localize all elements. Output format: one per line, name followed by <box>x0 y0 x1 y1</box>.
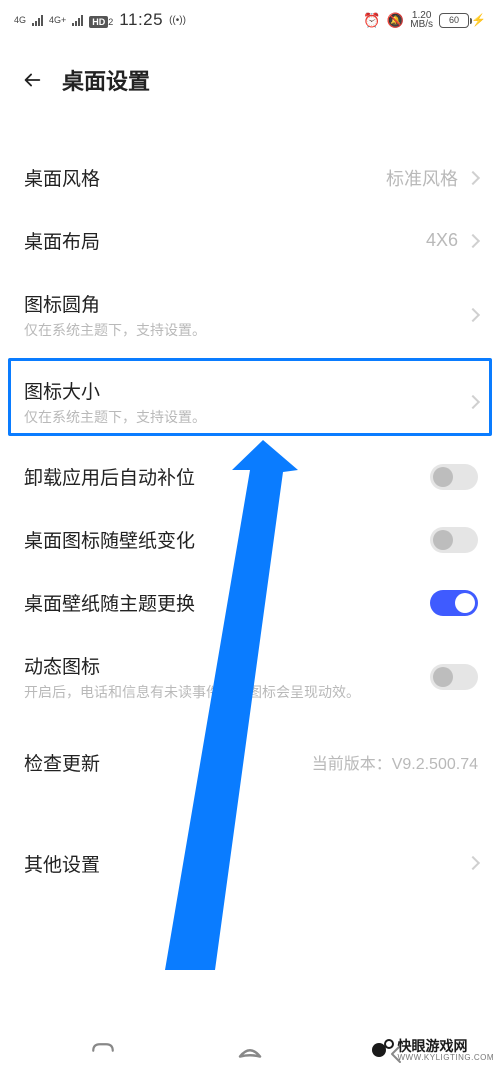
toggle-wallpaper-theme[interactable] <box>430 590 478 616</box>
row-sub: 仅在系统主题下，支持设置。 <box>24 321 468 341</box>
signal-2-icon <box>72 14 83 26</box>
header: 桌面设置 <box>0 40 500 108</box>
row-label: 图标圆角 <box>24 290 468 317</box>
net-speed: 1.20MB/s <box>410 11 433 29</box>
row-label: 桌面图标随壁纸变化 <box>24 526 430 553</box>
network-1-label: 4G <box>14 15 26 25</box>
toggle-autofill[interactable] <box>430 464 478 490</box>
toggle-dynamic-icon[interactable] <box>430 664 478 690</box>
row-label: 其他设置 <box>24 850 468 877</box>
broadcast-icon: ((•)) <box>169 15 186 26</box>
network-2-label: 4G+ <box>49 15 66 25</box>
charging-icon: ⚡ <box>471 13 486 27</box>
back-button[interactable] <box>20 68 44 92</box>
row-icon-wallpaper[interactable]: 桌面图标随壁纸变化 <box>0 508 500 571</box>
watermark-icon <box>372 1039 394 1061</box>
row-sub: 开启后，电话和信息有未读事件时，图标会呈现动效。 <box>24 683 430 703</box>
watermark-url: WWW.KYLIGTING.COM <box>398 1054 495 1062</box>
chevron-right-icon <box>466 395 480 409</box>
nav-home-button[interactable] <box>220 1039 280 1069</box>
chevron-right-icon <box>466 170 480 184</box>
row-sub: 仅在系统主题下，支持设置。 <box>24 408 468 428</box>
nav-recent-button[interactable] <box>73 1041 133 1067</box>
watermark: 快眼游戏网 WWW.KYLIGTING.COM <box>372 1039 495 1062</box>
row-wallpaper-theme[interactable]: 桌面壁纸随主题更换 <box>0 571 500 634</box>
chevron-right-icon <box>466 308 480 322</box>
hd-badge: HD2 <box>89 13 113 28</box>
row-label: 卸载应用后自动补位 <box>24 463 430 490</box>
row-icon-size[interactable]: 图标大小 仅在系统主题下，支持设置。 <box>0 359 500 446</box>
row-autofill[interactable]: 卸载应用后自动补位 <box>0 445 500 508</box>
chevron-right-icon <box>466 856 480 870</box>
alarm-icon: ⏰ <box>363 12 380 29</box>
row-dynamic-icon[interactable]: 动态图标 开启后，电话和信息有未读事件时，图标会呈现动效。 <box>0 634 500 721</box>
battery-icon: 60 <box>439 13 469 28</box>
row-label: 检查更新 <box>24 749 312 776</box>
status-bar: 4G 4G+ HD2 11:25 ((•)) ⏰ 🔕 1.20MB/s 60 ⚡ <box>0 0 500 40</box>
row-value: 4X6 <box>426 230 458 251</box>
row-label: 动态图标 <box>24 652 430 679</box>
mute-icon: 🔕 <box>387 12 404 29</box>
row-desktop-style[interactable]: 桌面风格 标准风格 <box>0 146 500 209</box>
status-time: 11:25 <box>119 10 163 30</box>
row-desktop-layout[interactable]: 桌面布局 4X6 <box>0 209 500 272</box>
signal-1-icon <box>32 14 43 26</box>
row-other-settings[interactable]: 其他设置 <box>0 832 500 895</box>
row-check-update[interactable]: 检查更新 当前版本：V9.2.500.74 <box>0 731 500 794</box>
row-label: 桌面壁纸随主题更换 <box>24 589 430 616</box>
row-icon-corner[interactable]: 图标圆角 仅在系统主题下，支持设置。 <box>0 272 500 359</box>
row-value: 当前版本：V9.2.500.74 <box>312 750 478 774</box>
chevron-right-icon <box>466 233 480 247</box>
row-label: 桌面风格 <box>24 164 386 191</box>
watermark-name: 快眼游戏网 <box>398 1038 468 1054</box>
row-value: 标准风格 <box>386 165 458 191</box>
row-label: 桌面布局 <box>24 227 426 254</box>
row-label: 图标大小 <box>24 377 468 404</box>
page-title: 桌面设置 <box>62 64 150 96</box>
toggle-icon-wallpaper[interactable] <box>430 527 478 553</box>
